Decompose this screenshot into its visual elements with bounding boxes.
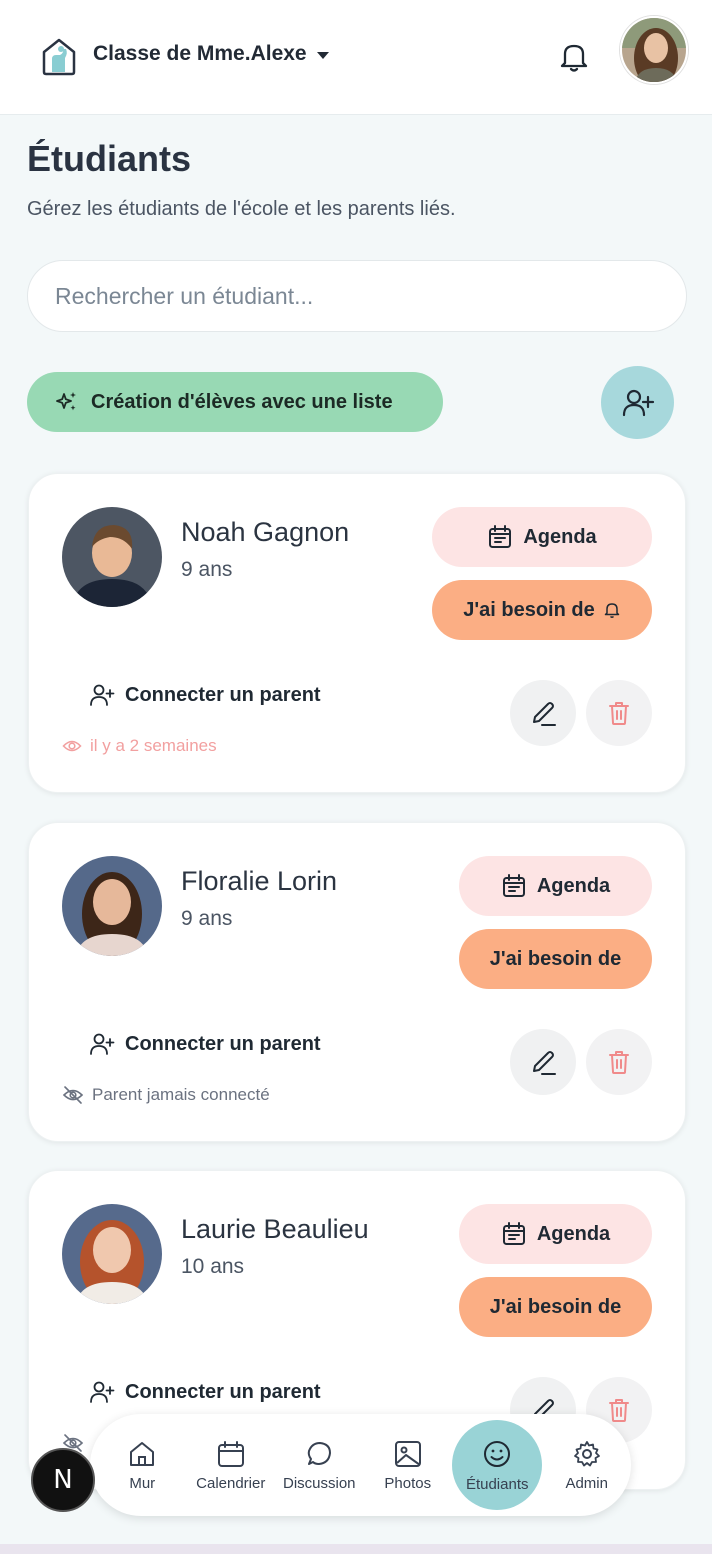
nav-item-photos[interactable]: Photos <box>364 1420 453 1510</box>
need-label: J'ai besoin de <box>489 1295 622 1318</box>
bulk-create-button[interactable]: Création d'élèves avec une liste <box>27 372 443 432</box>
user-plus-icon <box>622 389 654 416</box>
edit-button[interactable] <box>510 680 576 746</box>
trash-icon <box>609 1051 629 1074</box>
student-name: Floralie Lorin <box>181 866 338 896</box>
student-photo <box>62 1204 162 1304</box>
delete-button[interactable] <box>586 680 652 746</box>
connect-parent-label: Connecter un parent <box>125 1380 321 1403</box>
student-name: Laurie Beaulieu <box>181 1214 369 1244</box>
nav-item-admin[interactable]: Admin <box>542 1420 631 1510</box>
nav-item-mur[interactable]: Mur <box>98 1420 187 1510</box>
nav-item-calendrier[interactable]: Calendrier <box>187 1420 276 1510</box>
nav-label: Étudiants <box>465 1475 529 1493</box>
parent-status: Parent jamais connecté <box>62 1085 270 1105</box>
agenda-button[interactable]: Agenda <box>432 507 652 567</box>
student-photo <box>62 856 162 956</box>
need-button[interactable]: J'ai besoin de <box>432 580 652 640</box>
bell-icon <box>604 603 619 618</box>
agenda-label: Agenda <box>536 1222 611 1245</box>
gear-icon <box>573 1440 600 1466</box>
nav-item-etudiants[interactable]: Étudiants <box>452 1420 543 1510</box>
user-plus-icon <box>90 1381 115 1403</box>
pencil-icon <box>533 1051 556 1075</box>
student-age: 10 ans <box>181 1255 245 1278</box>
agenda-label: Agenda <box>536 874 611 897</box>
class-selector[interactable]: Classe de Mme.Alexe <box>93 42 329 66</box>
page-subtitle: Gérez les étudiants de l'école et les pa… <box>27 198 456 220</box>
need-button[interactable]: J'ai besoin de <box>459 929 652 989</box>
student-name: Noah Gagnon <box>181 517 350 547</box>
edit-button[interactable] <box>510 1029 576 1095</box>
parent-status-text: Parent jamais connecté <box>92 1085 270 1104</box>
calendar-icon <box>502 874 525 897</box>
image-icon <box>394 1440 421 1467</box>
nav-label: Discussion <box>282 1474 356 1492</box>
need-label: J'ai besoin de <box>463 598 595 621</box>
agenda-button[interactable]: Agenda <box>459 856 652 916</box>
nav-label: Calendrier <box>196 1474 266 1492</box>
parent-status-text: il y a 2 semaines <box>90 736 217 755</box>
bell-icon[interactable] <box>556 38 592 74</box>
connect-parent-button[interactable]: Connecter un parent <box>89 682 321 708</box>
trash-icon <box>609 1399 629 1422</box>
eye-off-icon <box>62 1086 84 1104</box>
eye-icon <box>62 740 82 752</box>
agenda-label: Agenda <box>523 525 597 548</box>
calendar-icon <box>489 525 512 548</box>
search-input[interactable] <box>27 260 687 332</box>
nav-label: Admin <box>565 1474 608 1492</box>
user-plus-icon <box>90 1033 115 1055</box>
agenda-button[interactable]: Agenda <box>459 1204 652 1264</box>
nav-label: Photos <box>384 1474 432 1492</box>
connect-parent-button[interactable]: Connecter un parent <box>89 1379 321 1405</box>
nav-item-discussion[interactable]: Discussion <box>275 1420 364 1510</box>
calendar-icon <box>502 1222 525 1245</box>
n-badge[interactable]: N <box>31 1448 95 1512</box>
need-button[interactable]: J'ai besoin de <box>459 1277 652 1337</box>
connect-parent-label: Connecter un parent <box>125 1032 321 1055</box>
user-avatar[interactable] <box>620 16 688 84</box>
smile-icon <box>484 1440 511 1467</box>
trash-icon <box>609 702 629 725</box>
need-label: J'ai besoin de <box>489 947 622 970</box>
page-title: Étudiants <box>27 138 192 179</box>
calendar-icon <box>217 1440 244 1467</box>
pencil-icon <box>533 702 556 726</box>
chevron-down-icon <box>316 51 329 59</box>
top-bar: Classe de Mme.Alexe <box>0 0 712 115</box>
home-icon <box>130 1441 155 1466</box>
add-student-button[interactable] <box>601 366 674 439</box>
chat-icon <box>308 1441 332 1465</box>
student-card: Floralie Lorin 9 ans Agenda J'ai besoin … <box>28 822 686 1142</box>
delete-button[interactable] <box>586 1029 652 1095</box>
class-name: Classe de Mme.Alexe <box>93 42 307 65</box>
user-plus-icon <box>90 684 115 706</box>
house-hand-icon[interactable] <box>38 35 80 77</box>
sparkles-icon <box>56 392 76 411</box>
connect-parent-label: Connecter un parent <box>125 683 321 706</box>
student-card: Noah Gagnon 9 ans Agenda J'ai besoin de … <box>28 473 686 793</box>
connect-parent-button[interactable]: Connecter un parent <box>89 1031 321 1057</box>
bottom-nav: Mur Calendrier Discussion Photos Étudian… <box>90 1414 631 1516</box>
student-age: 9 ans <box>181 907 233 930</box>
student-age: 9 ans <box>181 558 233 581</box>
nav-label: Mur <box>129 1474 156 1492</box>
student-photo <box>62 507 162 607</box>
parent-status: il y a 2 semaines <box>62 736 217 756</box>
bottom-strip <box>0 1544 712 1554</box>
bulk-create-label: Création d'élèves avec une liste <box>91 390 393 413</box>
